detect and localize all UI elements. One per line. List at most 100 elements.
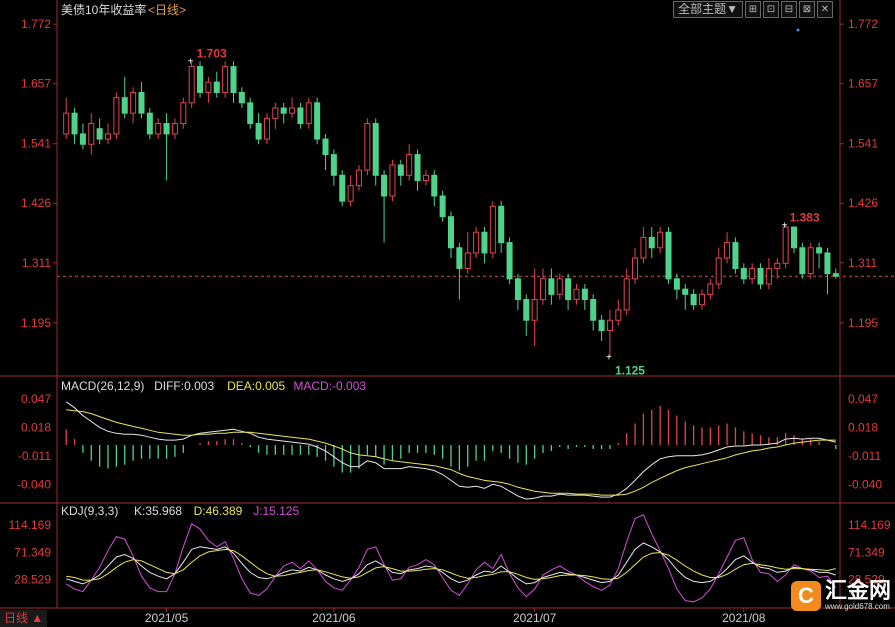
x-tick-label: 2021/07	[513, 611, 557, 625]
y-tick-label-right: 1.657	[848, 77, 878, 91]
macd-tick-label-left: 0.047	[21, 392, 51, 406]
marker-dot	[796, 28, 800, 32]
candle-body	[188, 66, 195, 104]
candle-body	[807, 247, 814, 275]
period-tab[interactable]: 日线 ▲	[0, 610, 48, 627]
local-high-marker: +	[782, 221, 788, 232]
y-tick-label-right: 1.541	[848, 137, 878, 151]
candle-body	[657, 231, 664, 249]
candle-body	[765, 267, 772, 285]
candle-body	[648, 236, 655, 249]
layout-icon[interactable]: ⊡	[763, 1, 779, 18]
candle-body	[523, 299, 530, 321]
kdj-tick-label-left: 114.169	[9, 518, 52, 532]
candle-body	[364, 123, 371, 171]
candle-body	[740, 267, 747, 280]
x-tick-label: 2021/06	[312, 611, 356, 625]
candle-body	[749, 267, 756, 280]
macd-tick-label-left: 0.018	[21, 420, 51, 434]
settings-icon[interactable]: ⊠	[799, 1, 815, 18]
candle-body	[473, 231, 480, 254]
candle-body	[180, 102, 187, 125]
candle-body	[330, 154, 337, 176]
candle-body	[347, 185, 354, 202]
candle-body	[96, 128, 103, 140]
candle-body	[381, 174, 388, 197]
candle-body	[213, 81, 220, 93]
candle-body	[757, 267, 764, 285]
logo-url: www.gold678.com	[824, 602, 890, 611]
candle-body	[447, 216, 455, 249]
macd-tick-label-right: 0.047	[848, 392, 878, 406]
logo-name: 汇金网	[824, 578, 891, 603]
zoom-in-icon[interactable]: ⊞	[745, 1, 761, 18]
chart-title: 美债10年收益率	[61, 2, 146, 17]
candle-body	[816, 247, 823, 254]
candle-body	[63, 112, 70, 135]
candle-body	[606, 319, 613, 332]
candle-body	[799, 247, 806, 275]
candle-body	[197, 66, 204, 93]
candle-body	[640, 236, 647, 259]
candle-body	[774, 262, 781, 269]
candle-body	[138, 91, 145, 114]
candle-body	[339, 174, 346, 202]
candle-body	[498, 205, 505, 244]
yield-chart: 1.772 1.772 1.657 1.657 1.541 1.541 1.426 1.426…	[0, 0, 895, 625]
candle-body	[590, 299, 597, 321]
candle-body	[163, 123, 170, 135]
chart-toolbar: 全部主题▼ ⊞ ⊡ ⊟ ⊠ ✕	[673, 1, 833, 18]
high-marker: +	[188, 56, 194, 67]
candle-body	[824, 252, 831, 275]
candle-body	[439, 195, 446, 218]
candle-body	[556, 278, 563, 295]
candle-body	[615, 309, 622, 321]
candle-body	[724, 242, 731, 259]
candle-body	[372, 123, 379, 176]
site-logo: C 汇金网 www.gold678.com	[790, 578, 891, 611]
macd-dea-label: DEA:0.005	[227, 379, 285, 393]
candle-body	[113, 97, 120, 135]
candle-body	[79, 133, 86, 145]
candle-body	[389, 164, 396, 197]
macd-value-label: MACD:-0.003	[293, 379, 366, 393]
candle-body	[71, 112, 78, 135]
candle-body	[456, 247, 463, 269]
candle-body	[632, 257, 639, 280]
candle-body	[565, 278, 572, 301]
candle-body	[514, 278, 521, 301]
kdj-k-line	[66, 542, 836, 585]
macd-tick-label-left: -0.011	[18, 449, 51, 463]
macd-diff-label: DIFF:0.003	[154, 379, 214, 393]
theme-select[interactable]: 全部主题▼	[673, 1, 743, 18]
candle-body	[130, 91, 137, 114]
macd-tick-label-left: -0.040	[17, 477, 51, 491]
candle-body	[665, 231, 672, 280]
zoom-out-icon[interactable]: ⊟	[781, 1, 797, 18]
y-tick-label-right: 1.426	[848, 196, 878, 210]
y-tick-label-right: 1.772	[848, 17, 878, 31]
y-tick-label-left: 1.772	[21, 17, 51, 31]
candle-body	[790, 226, 797, 249]
y-tick-label-left: 1.311	[22, 256, 51, 270]
candle-body	[297, 107, 304, 125]
candle-body	[673, 278, 680, 290]
candle-body	[707, 283, 714, 295]
candle-body	[464, 252, 471, 269]
kdj-tick-label-right: 114.169	[848, 518, 891, 532]
candle-body	[414, 154, 421, 181]
kdj-tick-label-left: 71.349	[14, 545, 51, 559]
candle-body	[715, 257, 722, 285]
kdj-label: KDJ(9,3,3)	[61, 504, 118, 518]
close-icon[interactable]: ✕	[817, 1, 833, 18]
kdj-tick-label-left: 28.529	[14, 573, 51, 587]
y-tick-label-left: 1.657	[21, 77, 51, 91]
kdj-k-label: K:35.968	[134, 504, 182, 518]
candle-body	[272, 107, 279, 119]
kdj-j-line	[65, 514, 837, 603]
candle-body	[598, 319, 605, 332]
candle-body	[88, 123, 95, 145]
period-label: <日线>	[148, 3, 186, 17]
candle-body	[573, 288, 580, 301]
candle-body	[222, 66, 229, 93]
